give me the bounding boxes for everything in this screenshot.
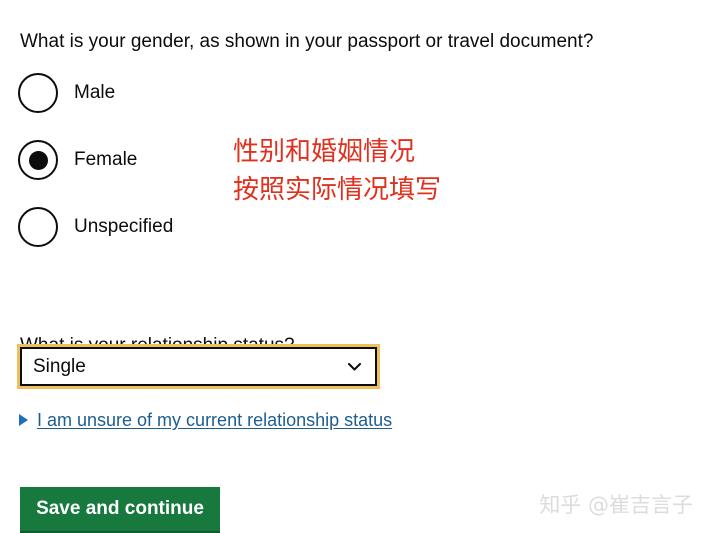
details-summary-link[interactable]: I am unsure of my current relationship s… xyxy=(37,409,392,431)
radio-option-unspecified[interactable]: Unspecified xyxy=(18,207,318,274)
radio-option-male[interactable]: Male xyxy=(18,73,318,140)
watermark-text: 知乎 @崔吉言子 xyxy=(539,493,693,517)
select-selected-value: Single xyxy=(33,356,86,377)
chevron-down-icon[interactable] xyxy=(348,362,361,371)
select-inner-box[interactable]: Single xyxy=(20,347,377,386)
details-disclosure[interactable]: I am unsure of my current relationship s… xyxy=(19,409,392,431)
annotation-line-1: 性别和婚姻情况 xyxy=(233,137,416,167)
annotation-line-2: 按照实际情况填写 xyxy=(233,175,442,205)
radio-icon-unspecified[interactable] xyxy=(18,207,58,247)
relationship-status-select[interactable]: Single xyxy=(17,344,380,389)
radio-icon-female-selected[interactable] xyxy=(18,140,58,180)
radio-label-male: Male xyxy=(74,82,116,103)
radio-icon-male[interactable] xyxy=(18,73,58,113)
save-and-continue-button[interactable]: Save and continue xyxy=(20,487,220,531)
radio-label-female: Female xyxy=(74,149,138,170)
radio-label-unspecified: Unspecified xyxy=(74,216,174,237)
gender-question-heading: What is your gender, as shown in your pa… xyxy=(20,30,594,52)
triangle-right-icon[interactable] xyxy=(19,414,28,426)
red-annotation-overlay: 性别和婚姻情况 按照实际情况填写 xyxy=(233,133,441,209)
